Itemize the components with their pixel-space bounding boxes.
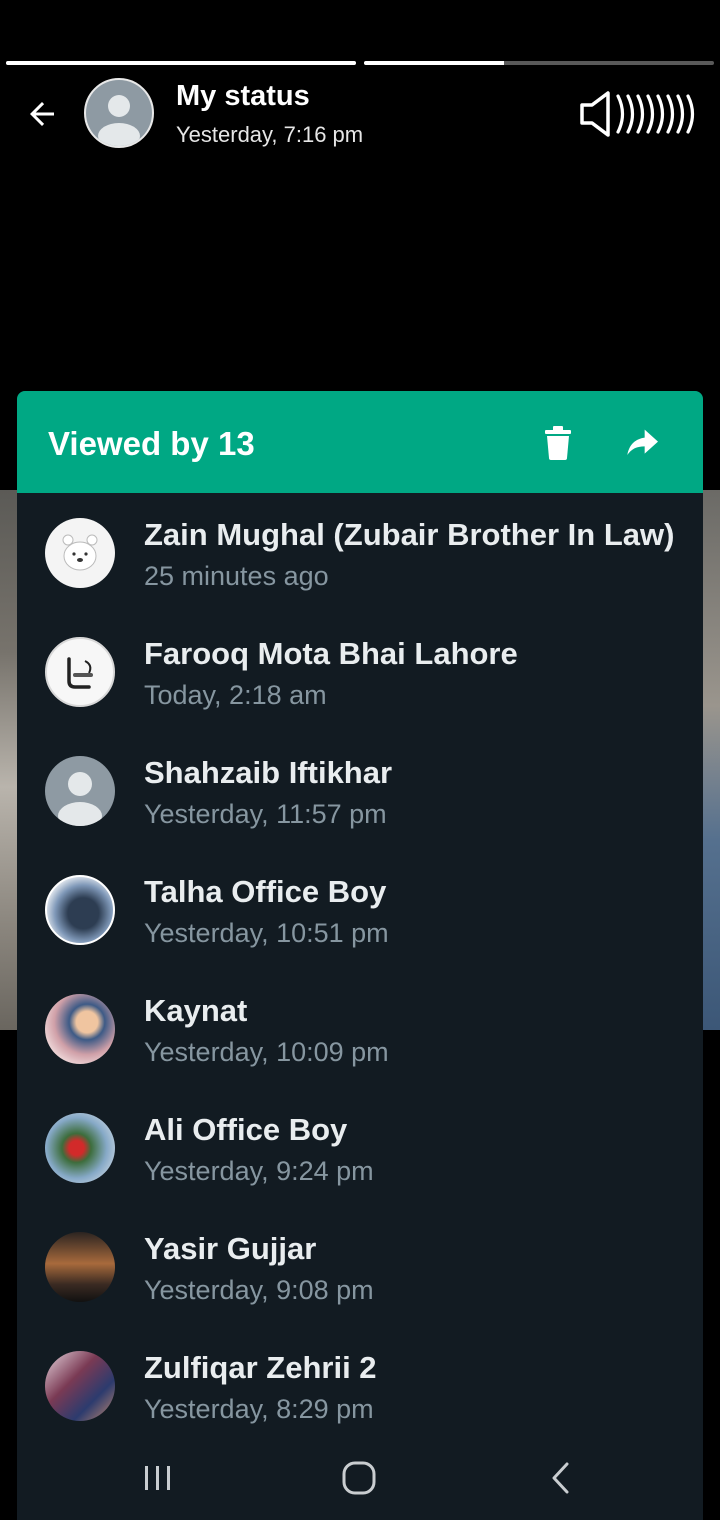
viewer-time: Yesterday, 9:08 pm [144, 1275, 374, 1305]
viewer-name: Farooq Mota Bhai Lahore [144, 636, 518, 671]
speaker-icon [580, 91, 695, 137]
volume-button[interactable] [578, 88, 702, 140]
viewer-avatar[interactable] [45, 756, 115, 826]
forward-status-button[interactable] [620, 421, 664, 465]
share-forward-icon [627, 429, 658, 455]
arrow-left-icon [30, 102, 54, 126]
viewer-row[interactable]: Ali Office Boy Yesterday, 9:24 pm [17, 1088, 703, 1207]
viewer-row[interactable]: Zain Mughal (Zubair Brother In Law) 25 m… [17, 493, 703, 612]
viewer-row[interactable]: Shahzaib Iftikhar Yesterday, 11:57 pm [17, 731, 703, 850]
home-icon [342, 1461, 376, 1495]
viewer-row[interactable]: Zulfiqar Zehrii 2 Yesterday, 8:29 pm [17, 1326, 703, 1445]
viewer-time: Today, 2:18 am [144, 680, 327, 710]
viewer-avatar[interactable] [45, 1351, 115, 1421]
bear-avatar-icon [62, 534, 98, 571]
viewer-time: Yesterday, 8:29 pm [144, 1394, 374, 1424]
default-avatar-icon [86, 80, 152, 146]
status-photo-edge-right [702, 490, 720, 1030]
progress-segment-2 [364, 61, 714, 65]
viewer-row[interactable]: Yasir Gujjar Yesterday, 9:08 pm [17, 1207, 703, 1326]
delete-status-button[interactable] [537, 421, 579, 465]
viewer-list: Zain Mughal (Zubair Brother In Law) 25 m… [17, 493, 703, 1445]
system-nav-bar [17, 1436, 703, 1520]
viewer-row[interactable]: Kaynat Yesterday, 10:09 pm [17, 969, 703, 1088]
my-status-avatar[interactable] [84, 78, 154, 148]
nav-back-icon [552, 1462, 569, 1494]
calligraphy-avatar-icon [67, 657, 93, 689]
back-button[interactable] [20, 92, 64, 136]
trash-icon [545, 426, 571, 460]
recents-button[interactable] [130, 1454, 186, 1502]
status-viewer-screen: My status Yesterday, 7:16 pm Viewed by 1… [0, 0, 720, 1520]
viewer-avatar[interactable] [45, 875, 115, 945]
viewer-time: Yesterday, 9:24 pm [144, 1156, 374, 1186]
viewers-sheet-header: Viewed by 13 [17, 391, 703, 493]
nav-back-button[interactable] [533, 1454, 589, 1502]
viewer-name: Zulfiqar Zehrii 2 [144, 1350, 377, 1385]
status-timestamp: Yesterday, 7:16 pm [176, 122, 364, 147]
viewer-name: Ali Office Boy [144, 1112, 348, 1147]
viewer-name: Shahzaib Iftikhar [144, 755, 393, 790]
viewer-name: Yasir Gujjar [144, 1231, 317, 1266]
viewer-avatar[interactable] [45, 994, 115, 1064]
viewer-name: Kaynat [144, 993, 248, 1028]
recents-icon [145, 1466, 170, 1490]
viewer-avatar[interactable] [45, 1232, 115, 1302]
viewer-time: Yesterday, 11:57 pm [144, 799, 387, 829]
status-header: My status Yesterday, 7:16 pm [0, 78, 720, 150]
progress-segment-1 [6, 61, 356, 65]
viewer-avatar[interactable] [45, 1113, 115, 1183]
viewer-avatar[interactable] [45, 518, 115, 588]
viewer-time: Yesterday, 10:51 pm [144, 918, 389, 948]
viewed-by-count: Viewed by 13 [48, 425, 255, 462]
status-photo-edge-left [0, 490, 18, 1030]
home-button[interactable] [331, 1454, 387, 1502]
viewer-name: Zain Mughal (Zubair Brother In Law) [144, 517, 675, 552]
default-avatar-icon [58, 772, 102, 826]
viewer-avatar[interactable] [45, 637, 115, 707]
viewer-row[interactable]: Farooq Mota Bhai Lahore Today, 2:18 am [17, 612, 703, 731]
viewer-name: Talha Office Boy [144, 874, 387, 909]
status-title: My status [176, 80, 310, 112]
viewer-row[interactable]: Talha Office Boy Yesterday, 10:51 pm [17, 850, 703, 969]
viewer-time: Yesterday, 10:09 pm [144, 1037, 389, 1067]
status-progress-bars [6, 61, 714, 65]
viewer-time: 25 minutes ago [144, 561, 329, 591]
viewers-sheet: Viewed by 13 Zain Mughal (Zubair Brother… [17, 391, 703, 1520]
